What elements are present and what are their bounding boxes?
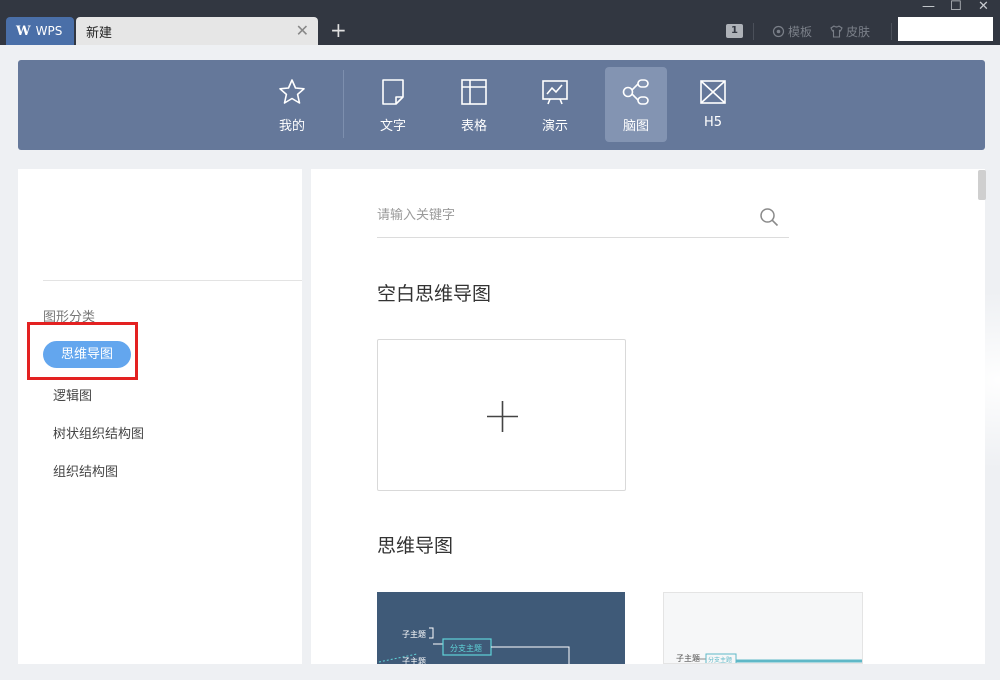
search-input[interactable] bbox=[377, 208, 737, 223]
sidebar-divider bbox=[43, 280, 302, 281]
template-card[interactable]: 子主题 分支主题 bbox=[663, 592, 863, 664]
tab-new[interactable]: 新建 ✕ bbox=[76, 17, 318, 45]
star-icon bbox=[279, 79, 305, 104]
sidebar-item-tree-org[interactable]: 树状组织结构图 bbox=[53, 423, 144, 442]
template-button[interactable]: 模板 bbox=[772, 23, 812, 40]
category-presentation[interactable]: 演示 bbox=[524, 67, 586, 142]
plus-icon bbox=[487, 401, 518, 432]
document-icon bbox=[382, 79, 404, 105]
template-node: 分支主题 bbox=[450, 644, 482, 653]
template-thumbnail bbox=[378, 627, 570, 664]
category-spreadsheet[interactable]: 表格 bbox=[443, 67, 505, 142]
tab-close-icon[interactable]: ✕ bbox=[296, 22, 309, 40]
skin-button[interactable]: 皮肤 bbox=[830, 23, 870, 40]
wps-logo-icon: W bbox=[16, 23, 31, 39]
category-label: 我的 bbox=[278, 119, 305, 134]
search-icon[interactable] bbox=[759, 207, 779, 227]
blank-mindmap-title: 空白思维导图 bbox=[377, 283, 492, 305]
title-bar: W WPS 新建 ✕ + 1 模板 皮肤 — ☐ ✕ bbox=[0, 0, 1000, 45]
template-label: 模板 bbox=[788, 25, 813, 39]
spreadsheet-icon bbox=[461, 79, 487, 105]
search-bar bbox=[377, 198, 789, 238]
tab-wps-label: WPS bbox=[35, 24, 63, 38]
skin-label: 皮肤 bbox=[846, 25, 871, 39]
account-area[interactable] bbox=[898, 17, 993, 41]
category-h5[interactable]: H5 bbox=[682, 67, 744, 142]
template-node: 子主题 bbox=[676, 654, 700, 663]
sidebar: 图形分类 思维导图 逻辑图 树状组织结构图 组织结构图 bbox=[18, 169, 302, 664]
h5-icon bbox=[700, 80, 726, 104]
blank-mindmap-card[interactable] bbox=[377, 339, 626, 491]
category-label: 脑图 bbox=[622, 119, 649, 134]
template-node: 分支主题 bbox=[708, 657, 733, 664]
category-label: H5 bbox=[703, 115, 723, 130]
maximize-button[interactable]: ☐ bbox=[950, 0, 962, 14]
tab-new-label: 新建 bbox=[86, 25, 113, 41]
close-window-button[interactable]: ✕ bbox=[978, 0, 989, 14]
window-count-badge[interactable]: 1 bbox=[726, 24, 743, 38]
add-tab-button[interactable]: + bbox=[330, 19, 347, 41]
template-node: 子主题 bbox=[402, 657, 426, 664]
light-glow bbox=[865, 290, 1000, 470]
sidebar-item-org[interactable]: 组织结构图 bbox=[53, 461, 118, 480]
presentation-icon bbox=[542, 80, 568, 105]
category-writer[interactable]: 文字 bbox=[362, 67, 424, 142]
shirt-icon bbox=[830, 25, 843, 38]
category-label: 表格 bbox=[460, 119, 487, 134]
category-divider bbox=[343, 70, 344, 138]
category-label: 演示 bbox=[541, 119, 568, 134]
category-label: 文字 bbox=[379, 119, 406, 134]
scrollbar-thumb[interactable] bbox=[978, 170, 986, 200]
template-icon bbox=[772, 25, 785, 38]
template-node: 子主题 bbox=[402, 630, 426, 639]
tab-wps-home[interactable]: W WPS bbox=[6, 17, 74, 45]
mindmap-section-title: 思维导图 bbox=[377, 535, 454, 557]
minimize-button[interactable]: — bbox=[922, 0, 935, 14]
mindmap-icon bbox=[622, 79, 649, 105]
template-card[interactable]: 子主题 分支主题 子主题 bbox=[377, 592, 625, 664]
highlight-box bbox=[27, 322, 138, 380]
sidebar-item-logic[interactable]: 逻辑图 bbox=[53, 385, 92, 404]
category-mindmap[interactable]: 脑图 bbox=[605, 67, 667, 142]
toolbar-divider bbox=[891, 23, 892, 40]
toolbar-divider bbox=[753, 23, 754, 40]
category-mine[interactable]: 我的 bbox=[261, 67, 323, 142]
